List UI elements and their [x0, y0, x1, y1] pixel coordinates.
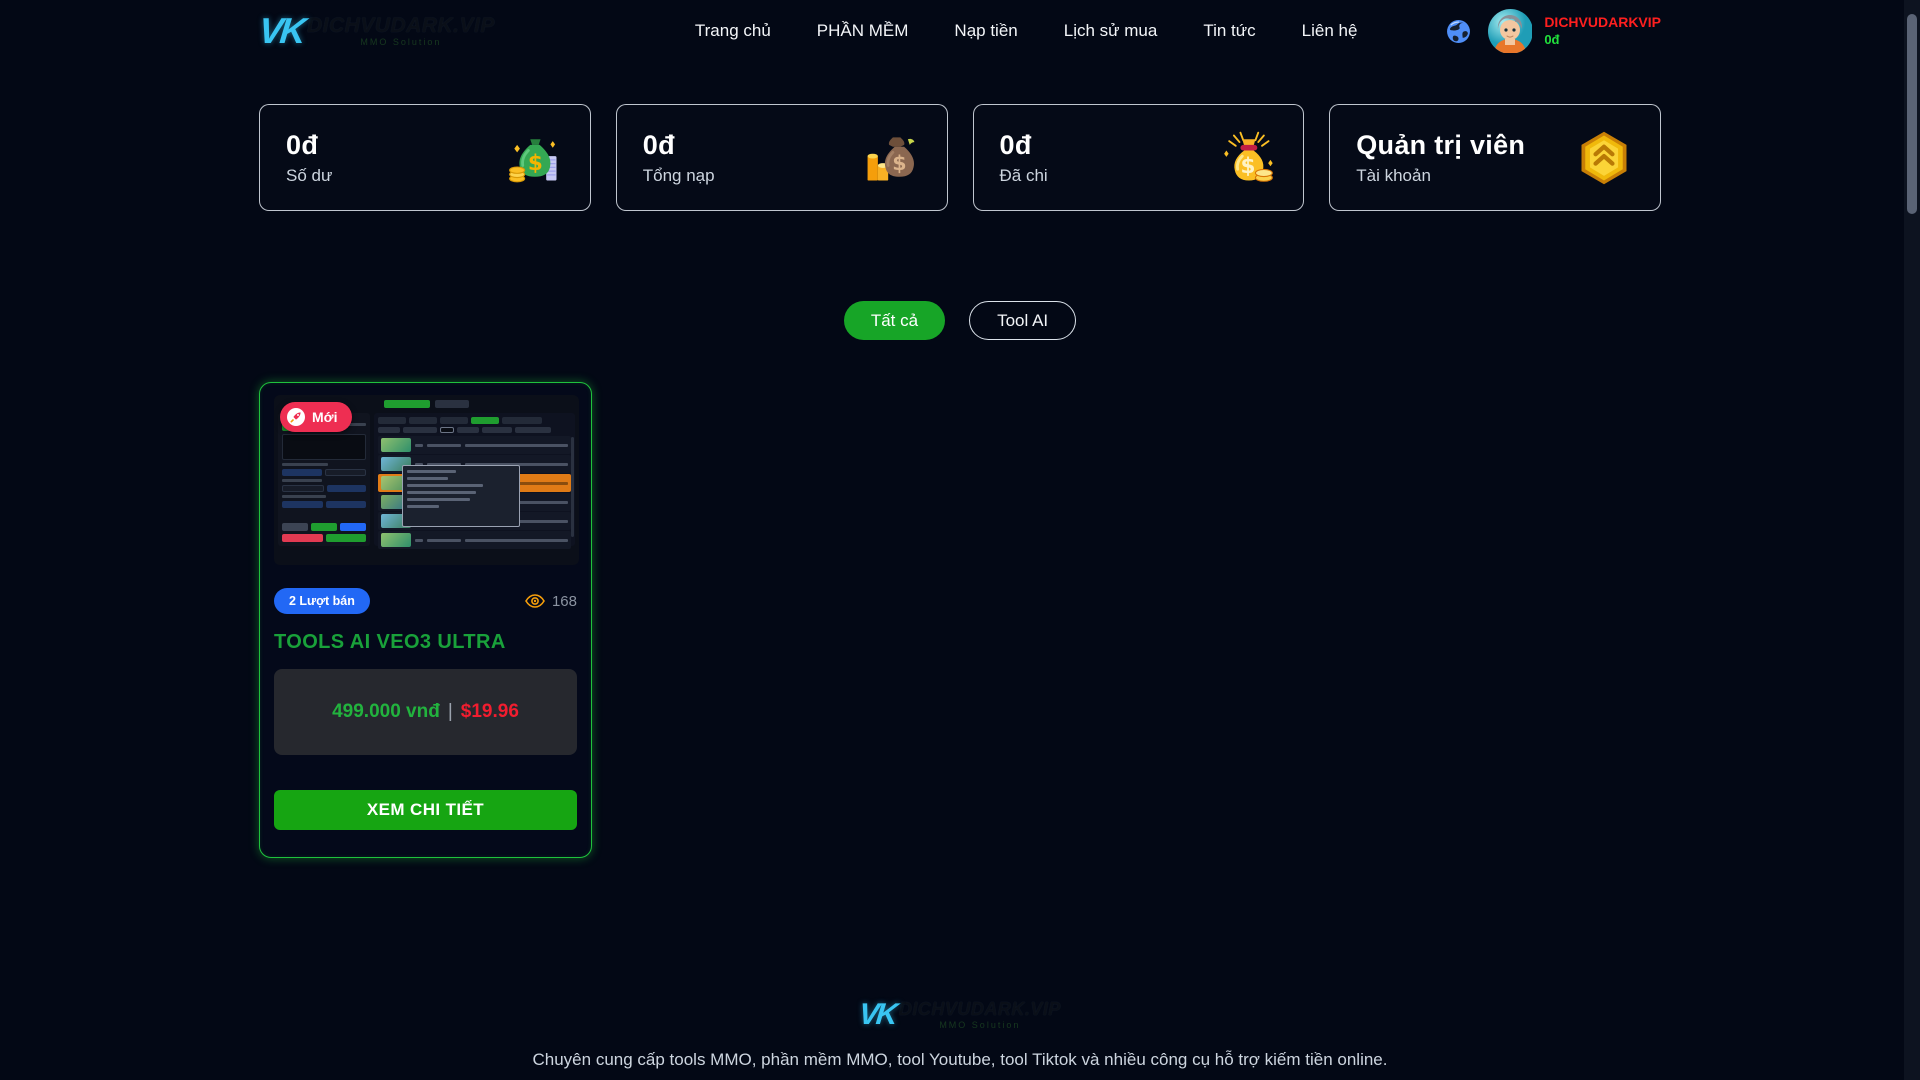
footer-logo[interactable]: VK DICHVUDARK.VIP MMO Solution: [0, 998, 1920, 1032]
nav-item-home[interactable]: Trang chủ: [695, 21, 771, 41]
stat-card-balance: 0đ Số dư $: [259, 104, 591, 211]
footer-logo-tagline: MMO Solution: [899, 1021, 1061, 1030]
nav-item-news[interactable]: Tin tức: [1203, 21, 1255, 41]
view-counter: 168: [525, 593, 577, 610]
view-details-button[interactable]: XEM CHI TIẾT: [274, 790, 577, 830]
balance-label: Số dư: [286, 166, 332, 186]
price-vnd: 499.000 vnđ: [332, 701, 440, 723]
footer-logo-vk-mark: VK: [857, 998, 896, 1032]
category-filters: Tất cả Tool AI: [259, 301, 1661, 340]
main-content: 0đ Số dư $ 0đ T: [259, 104, 1661, 858]
svg-text:$: $: [1241, 154, 1256, 179]
money-bag-green-icon: $: [504, 128, 564, 188]
stat-card-spent: 0đ Đã chi $: [973, 104, 1305, 211]
site-logo[interactable]: VK DICHVUDARK.VIP MMO Solution: [259, 10, 495, 52]
mock-context-menu: [402, 465, 520, 527]
mock-sidebar: [278, 413, 370, 546]
eye-icon: [525, 594, 545, 608]
spent-value: 0đ: [1000, 130, 1048, 161]
svg-text:$: $: [528, 151, 543, 176]
product-title[interactable]: TOOLS AI VEO3 ULTRA: [274, 631, 577, 654]
logo-vk-mark: VK: [257, 10, 305, 52]
nav-item-purchase-history[interactable]: Lịch sử mua: [1064, 21, 1158, 41]
rocket-icon: [286, 407, 306, 427]
product-card: Mới: [259, 382, 592, 858]
scrollbar-thumb[interactable]: [1907, 14, 1917, 214]
logo-tagline: MMO Solution: [307, 38, 495, 47]
footer-logo-text: DICHVUDARK.VIP: [899, 999, 1061, 1019]
nav-item-software[interactable]: PHẦN MỀM: [817, 21, 909, 41]
product-thumbnail[interactable]: Mới: [274, 395, 579, 565]
account-role-value: Quản trị viên: [1356, 130, 1525, 161]
user-avatar[interactable]: [1488, 9, 1533, 54]
stats-row: 0đ Số dư $ 0đ T: [259, 104, 1661, 211]
balance-value: 0đ: [286, 130, 332, 161]
svg-text:$: $: [892, 151, 906, 175]
footer-description-line1: Chuyên cung cấp tools MMO, phần mềm MMO,…: [0, 1050, 1920, 1070]
nav-item-topup[interactable]: Nạp tiền: [954, 21, 1017, 41]
filter-tool-ai-button[interactable]: Tool AI: [969, 301, 1076, 340]
price-separator: |: [448, 701, 453, 723]
user-balance: 0đ: [1544, 32, 1661, 48]
spent-label: Đã chi: [1000, 166, 1048, 186]
language-globe-icon[interactable]: [1446, 19, 1471, 44]
product-grid: Mới: [259, 382, 1661, 858]
page-scrollbar[interactable]: [1904, 0, 1920, 1080]
user-meta[interactable]: DICHVUDARKVIP 0đ: [1544, 14, 1661, 48]
product-meta-row: 2 Lượt bán 168: [274, 588, 577, 614]
mock-table-panel: [374, 413, 575, 546]
logo-text: DICHVUDARK.VIP: [307, 14, 495, 37]
price-usd: $19.96: [461, 701, 519, 723]
stat-card-account-role: Quản trị viên Tài khoản: [1329, 104, 1661, 211]
money-bag-gold-icon: $: [1217, 128, 1277, 188]
account-role-label: Tài khoản: [1356, 166, 1525, 186]
total-topup-value: 0đ: [643, 130, 715, 161]
gold-badge-icon: [1574, 128, 1634, 188]
price-box: 499.000 vnđ | $19.96: [274, 669, 577, 755]
stat-card-total-topup: 0đ Tổng nạp $: [616, 104, 948, 211]
user-zone: DICHVUDARKVIP 0đ: [1446, 9, 1661, 54]
main-nav: Trang chủ PHẦN MỀM Nạp tiền Lịch sử mua …: [695, 21, 1358, 41]
site-header: VK DICHVUDARK.VIP MMO Solution Trang chủ…: [0, 0, 1920, 62]
new-badge: Mới: [280, 402, 352, 432]
money-bag-brown-icon: $: [861, 128, 921, 188]
sales-count-badge: 2 Lượt bán: [274, 588, 370, 614]
site-footer: VK DICHVUDARK.VIP MMO Solution Chuyên cu…: [0, 998, 1920, 1080]
total-topup-label: Tổng nạp: [643, 166, 715, 186]
filter-all-button[interactable]: Tất cả: [844, 301, 945, 340]
nav-item-contact[interactable]: Liên hệ: [1302, 21, 1358, 41]
new-badge-label: Mới: [312, 409, 338, 425]
user-name: DICHVUDARKVIP: [1544, 14, 1661, 32]
view-count: 168: [552, 593, 577, 610]
